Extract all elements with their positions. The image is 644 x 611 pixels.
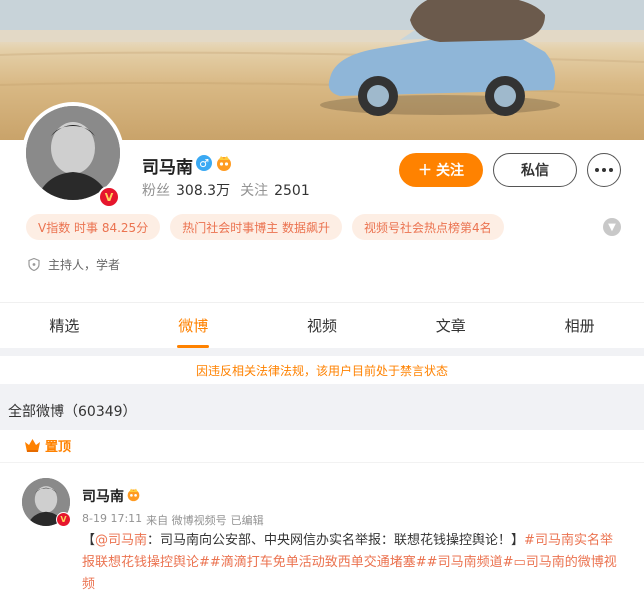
profile-card: V 司马南 ♂ 粉丝 308.3万 关注 2501 ＋ 关注 私信 V指数 时事 8…	[0, 102, 644, 348]
pinned-text: 置顶	[45, 440, 72, 455]
post-source: 来自 微博视频号	[146, 514, 227, 527]
more-dot-icon	[602, 168, 606, 172]
profile-stats: 粉丝 308.3万 关注 2501	[142, 180, 310, 200]
post-author-name[interactable]: 司马南	[82, 486, 124, 506]
male-gender-icon: ♂	[196, 155, 212, 171]
tab-featured[interactable]: 精选	[0, 303, 129, 348]
chevron-down-icon[interactable]: ▼	[603, 218, 621, 236]
following-stat[interactable]: 关注 2501	[240, 180, 310, 200]
pinned-crown-icon	[25, 439, 40, 452]
more-options-button[interactable]	[587, 153, 621, 187]
message-button[interactable]: 私信	[493, 153, 577, 187]
mention-link[interactable]: @司马南	[95, 533, 147, 548]
identity-info: 主持人，学者	[28, 256, 120, 273]
verified-v-icon: V	[98, 186, 120, 208]
follow-button[interactable]: ＋ 关注	[399, 153, 483, 187]
open-bracket: 【	[82, 533, 96, 548]
tag-v-index[interactable]: V指数 时事 84.25分	[26, 214, 161, 240]
followers-count: 308.3万	[176, 183, 231, 199]
tab-weibo[interactable]: 微博	[129, 303, 258, 348]
weibo-post: 置顶 V 司马南 8-19 17:11 来自 微博视频号 已编辑 【@司马南：司…	[0, 430, 644, 611]
followers-stat[interactable]: 粉丝 308.3万	[142, 180, 230, 200]
profile-tags: V指数 时事 84.25分 热门社会时事博主 数据飙升 视频号社会热点榜第4名	[26, 214, 504, 240]
section-title: 全部微博（60349）	[8, 404, 137, 420]
ban-notice: 因违反相关法律法规，该用户目前处于禁言状态	[0, 356, 644, 384]
member-crown-icon	[217, 156, 231, 171]
shield-icon	[28, 258, 40, 271]
tab-articles[interactable]: 文章	[386, 303, 515, 348]
post-body: 【@司马南：司马南向公安部、中央网信办实名举报：联想花钱操控舆论！】#司马南实名…	[82, 530, 622, 596]
post-meta: 8-19 17:11 来自 微博视频号 已编辑	[82, 512, 264, 528]
post-edited: 已编辑	[230, 514, 264, 527]
post-text: ：司马南向公安部、中央网信办实名举报：联想花钱操控舆论！】	[147, 533, 525, 548]
verified-v-icon: V	[56, 512, 71, 527]
more-dot-icon	[609, 168, 613, 172]
identity-text: 主持人，学者	[48, 258, 121, 272]
video-icon: ▭	[513, 555, 526, 570]
tag-video-rank[interactable]: 视频号社会热点榜第4名	[352, 214, 504, 240]
pinned-label: 置顶	[24, 436, 71, 455]
divider	[0, 462, 644, 463]
profile-name: 司马南	[142, 158, 193, 178]
member-crown-icon	[127, 488, 140, 502]
tab-video[interactable]: 视频	[258, 303, 387, 348]
post-time[interactable]: 8-19 17:11	[82, 512, 142, 528]
following-label: 关注	[240, 183, 269, 199]
followers-label: 粉丝	[142, 183, 170, 199]
following-count: 2501	[274, 183, 310, 199]
tab-album[interactable]: 相册	[515, 303, 644, 348]
follow-button-label: 关注	[436, 162, 464, 178]
profile-tabs: 精选 微博 视频 文章 相册	[0, 302, 644, 348]
tag-hot-blogger[interactable]: 热门社会时事博主 数据飙升	[170, 214, 343, 240]
more-dot-icon	[595, 168, 599, 172]
plus-icon: ＋	[418, 162, 432, 178]
